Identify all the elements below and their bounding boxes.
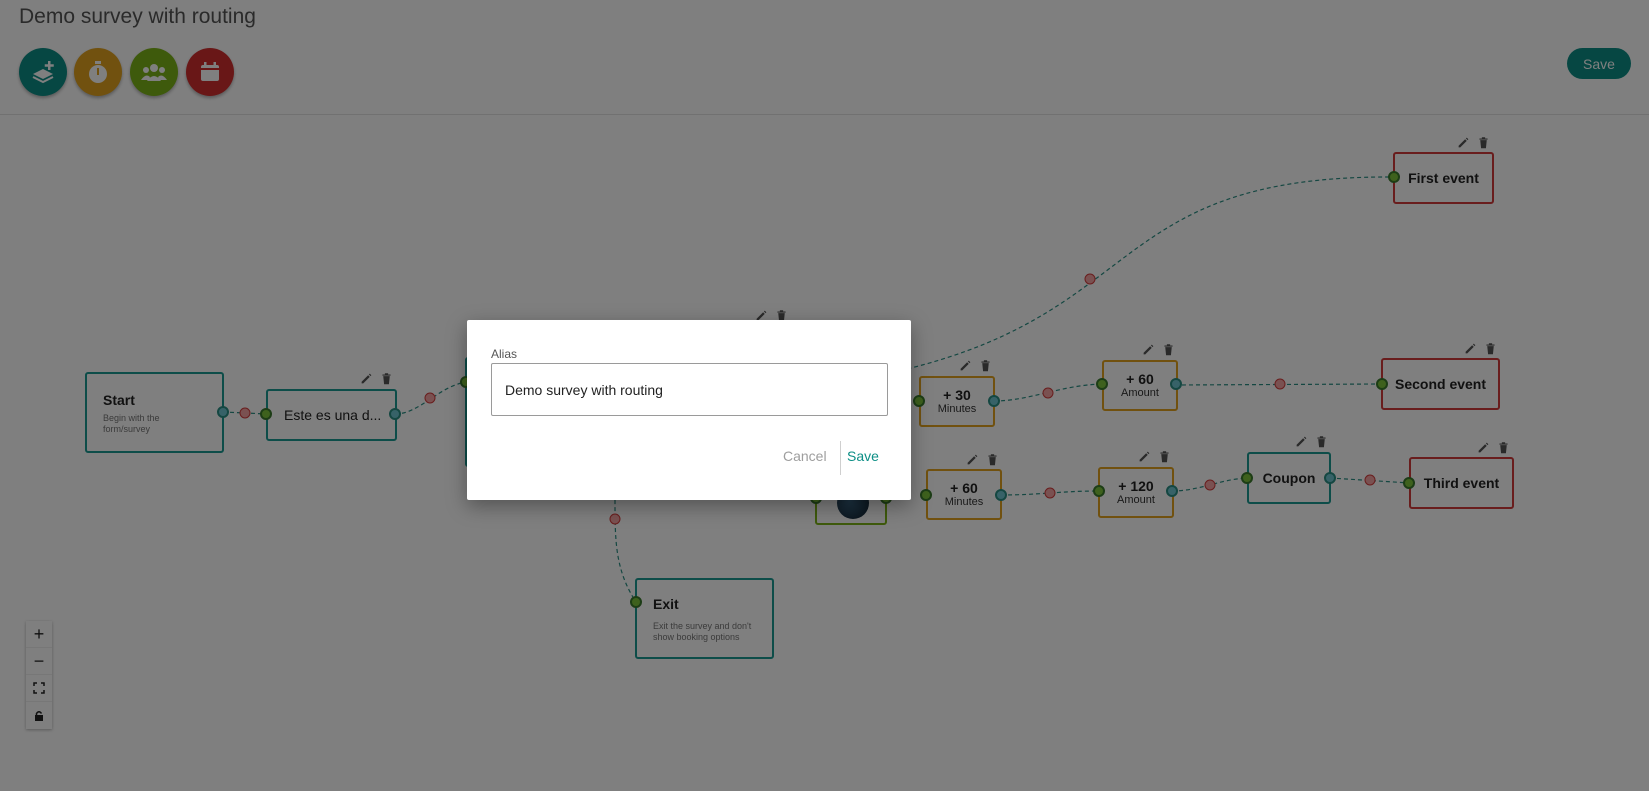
alias-label: Alias — [491, 347, 518, 361]
cancel-button[interactable]: Cancel — [783, 438, 827, 474]
alias-input[interactable] — [491, 363, 888, 416]
alias-dialog: Alias Cancel Save — [467, 320, 911, 500]
save-button[interactable]: Save — [847, 438, 879, 474]
button-divider — [840, 441, 841, 475]
